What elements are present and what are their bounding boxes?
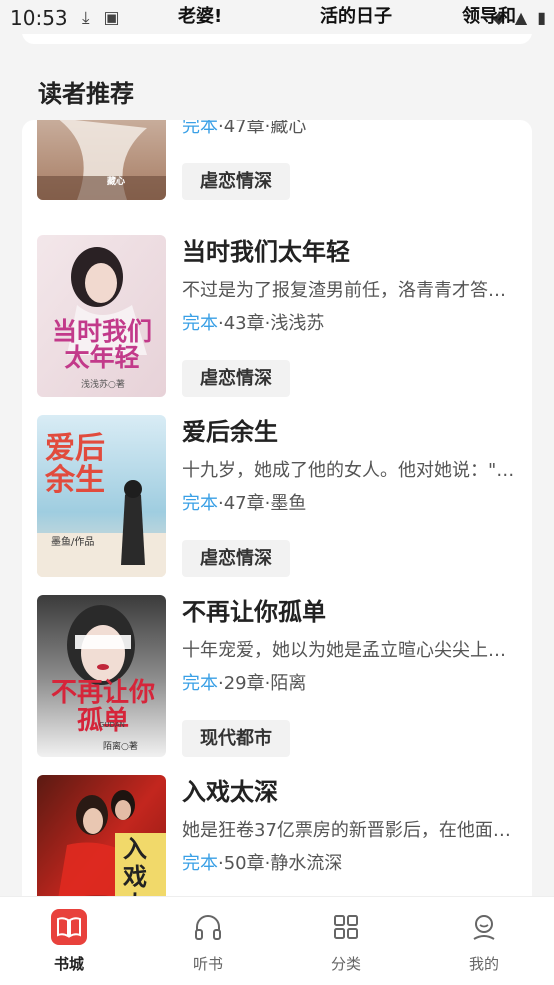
nav-label: 书城 bbox=[53, 955, 84, 973]
cover-author: 墨鱼/作品 bbox=[51, 537, 95, 548]
cover-title: 爱后余生 bbox=[45, 431, 105, 498]
book-cover[interactable]: 入戏太 bbox=[37, 775, 166, 910]
book-status: 完本 bbox=[182, 493, 218, 514]
book-desc: 十九岁，她成了他的女人。他对她说："… bbox=[182, 460, 515, 481]
book-cover[interactable]: 不再让你孤单 GUDAN 陌离○著 bbox=[37, 595, 166, 757]
nav-label: 分类 bbox=[330, 955, 361, 973]
book-chapters-author: ·47章·墨鱼 bbox=[218, 493, 307, 514]
nav-label: 听书 bbox=[192, 955, 223, 973]
book-item[interactable]: 入戏太 入戏太深 她是狂卷37亿票房的新晋影后，在他面… 完本·50章·静水流深 bbox=[37, 775, 517, 910]
prev-title-3[interactable]: 领导和 bbox=[462, 2, 516, 28]
book-title: 入戏太深 bbox=[182, 778, 278, 806]
nav-item-bookstore[interactable]: 书城 bbox=[9, 897, 129, 985]
book-chapters-author: ·50章·静水流深 bbox=[218, 853, 343, 874]
download-icon: ⤓ bbox=[82, 8, 90, 28]
book-chapters-author: ·47章·藏心 bbox=[218, 120, 307, 137]
nav-item-mine[interactable]: 我的 bbox=[424, 897, 544, 985]
headphones-icon bbox=[190, 909, 226, 945]
nav-label: 我的 bbox=[468, 955, 499, 973]
cover-title: 当时我们太年轻 bbox=[51, 317, 152, 372]
battery-icon: ▮ bbox=[537, 8, 546, 27]
cover-title: 藏心 bbox=[107, 177, 126, 187]
book-status: 完本 bbox=[182, 120, 218, 137]
nav-item-category[interactable]: 分类 bbox=[286, 897, 406, 985]
book-cover[interactable]: 爱后余生 墨鱼/作品 bbox=[37, 415, 166, 577]
reader-recommend-list: 藏心 完本·47章·藏心 虐恋情深 当时我们太年轻 浅浅苏○著 当时我们太年轻 … bbox=[22, 120, 532, 910]
status-notification-icons: ⤓ ▣ bbox=[82, 8, 120, 28]
book-cover[interactable]: 藏心 bbox=[37, 120, 166, 200]
bottom-nav: 书城 听书 分类 我的 bbox=[0, 896, 554, 985]
book-meta: 完本·29章·陌离 bbox=[182, 671, 517, 697]
book-cover[interactable]: 当时我们太年轻 浅浅苏○著 bbox=[37, 235, 166, 397]
nav-item-audiobook[interactable]: 听书 bbox=[148, 897, 268, 985]
book-title: 当时我们太年轻 bbox=[182, 238, 350, 266]
cover-author: 陌离○著 bbox=[103, 742, 138, 752]
book-tag[interactable]: 虐恋情深 bbox=[182, 163, 290, 200]
book-item[interactable]: 藏心 完本·47章·藏心 虐恋情深 bbox=[37, 120, 517, 200]
book-item[interactable]: 爱后余生 墨鱼/作品 爱后余生 十九岁，她成了他的女人。他对她说："… 完本·4… bbox=[37, 415, 517, 577]
section-title: 读者推荐 bbox=[38, 80, 134, 108]
book-meta: 完本·47章·墨鱼 bbox=[182, 491, 517, 517]
book-meta: 完本·43章·浅浅苏 bbox=[182, 311, 517, 337]
book-meta: 完本·50章·静水流深 bbox=[182, 851, 517, 877]
book-item[interactable]: 当时我们太年轻 浅浅苏○著 当时我们太年轻 不过是为了报复渣男前任，洛青青才答…… bbox=[37, 235, 517, 397]
book-item[interactable]: 不再让你孤单 GUDAN 陌离○著 不再让你孤单 十年宠爱，她以为她是孟立暄心尖… bbox=[37, 595, 517, 757]
book-title: 爱后余生 bbox=[182, 418, 278, 446]
status-time: 10:53 bbox=[10, 6, 68, 30]
profile-icon bbox=[466, 909, 502, 945]
book-chapters-author: ·29章·陌离 bbox=[218, 673, 307, 694]
prev-title-1[interactable]: 老婆! bbox=[178, 2, 222, 28]
book-meta: 完本·47章·藏心 bbox=[182, 120, 517, 140]
grid-icon bbox=[328, 909, 364, 945]
book-desc: 十年宠爱，她以为她是孟立暄心尖尖上… bbox=[182, 640, 506, 661]
cover-subtitle: GUDAN bbox=[99, 721, 125, 729]
book-status: 完本 bbox=[182, 313, 218, 334]
book-desc: 不过是为了报复渣男前任，洛青青才答… bbox=[182, 280, 506, 301]
book-tag[interactable]: 现代都市 bbox=[182, 720, 290, 757]
book-desc: 她是狂卷37亿票房的新晋影后，在他面… bbox=[182, 820, 511, 841]
book-chapters-author: ·43章·浅浅苏 bbox=[218, 313, 325, 334]
book-status: 完本 bbox=[182, 853, 218, 874]
book-status: 完本 bbox=[182, 673, 218, 694]
book-title: 不再让你孤单 bbox=[182, 598, 326, 626]
book-tag[interactable]: 虐恋情深 bbox=[182, 540, 290, 577]
book-tag[interactable]: 虐恋情深 bbox=[182, 360, 290, 397]
prev-title-2[interactable]: 活的日子 bbox=[320, 2, 392, 28]
app-notification-icon: ▣ bbox=[103, 8, 120, 28]
book-icon bbox=[51, 909, 87, 945]
cover-author: 浅浅苏○著 bbox=[81, 380, 125, 390]
previous-row-titles: 老婆! 活的日子 领导和 bbox=[170, 0, 530, 28]
